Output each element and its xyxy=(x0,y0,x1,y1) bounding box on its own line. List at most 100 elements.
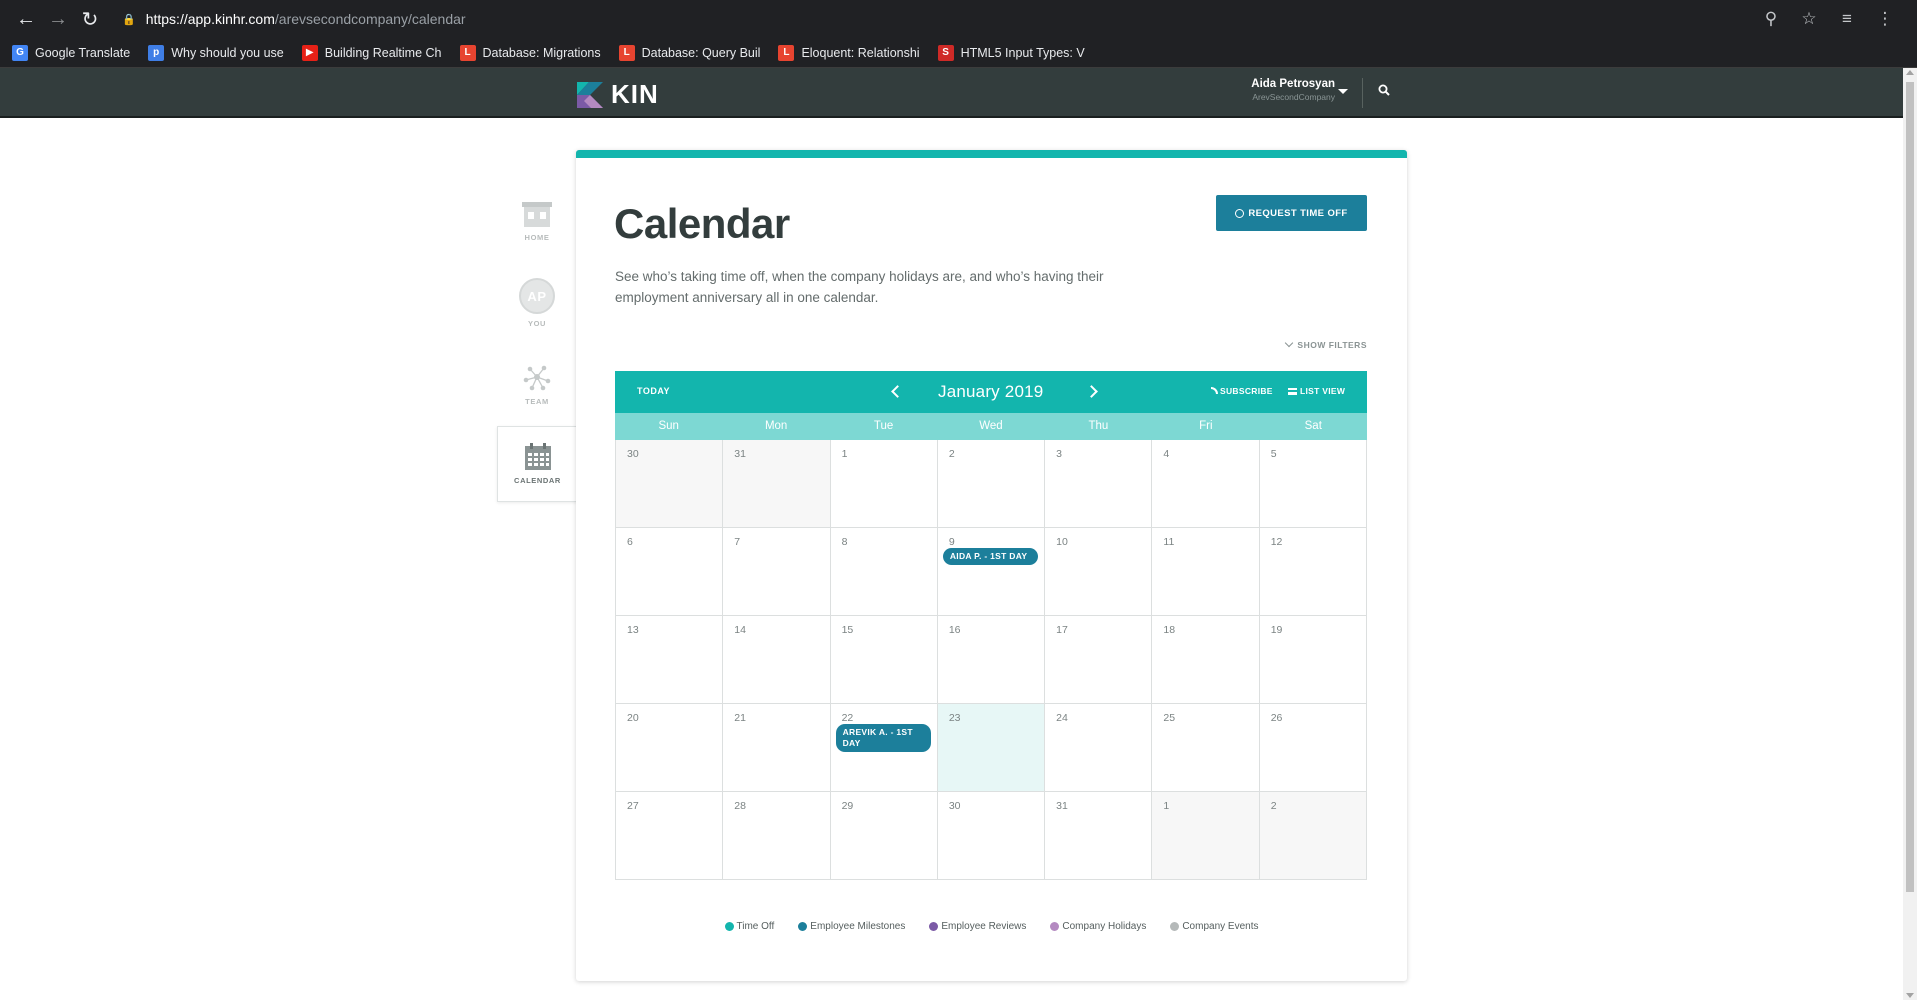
calendar: TODAY January 2019 SUBSCRIBE LIST VIEW S… xyxy=(615,371,1367,880)
legend-label: Company Holidays xyxy=(1062,921,1147,932)
rss-icon xyxy=(1211,387,1218,394)
day-cell[interactable]: 29 xyxy=(830,792,938,880)
legend-item: Employee Reviews xyxy=(929,921,1026,932)
day-cell[interactable]: 17 xyxy=(1045,616,1153,704)
chevron-down-icon[interactable] xyxy=(1338,89,1348,94)
day-cell[interactable]: 3 xyxy=(1045,440,1153,528)
day-number: 4 xyxy=(1163,448,1170,460)
bookmark-item[interactable]: ▶ Building Realtime Ch xyxy=(301,44,442,61)
chevron-right-icon xyxy=(1085,385,1098,398)
day-number: 19 xyxy=(1270,624,1283,636)
side-nav-home[interactable]: HOME xyxy=(497,180,577,262)
side-nav-you[interactable]: AP YOU xyxy=(497,262,577,344)
day-cell[interactable]: 30 xyxy=(937,792,1046,880)
day-cell[interactable]: 27 xyxy=(616,792,724,880)
subscribe-button[interactable]: SUBSCRIBE xyxy=(1211,386,1273,396)
url-path: /arevsecondcompany/calendar xyxy=(274,11,466,27)
address-bar[interactable]: 🔒 https://app.kinhr.com/arevsecondcompan… xyxy=(122,5,1755,33)
bookmark-item[interactable]: S HTML5 Input Types: V xyxy=(937,44,1085,61)
day-cell[interactable]: 22 AREVIK A. - 1ST DAY xyxy=(830,704,938,792)
bookmark-item[interactable]: L Database: Migrations xyxy=(459,44,601,61)
day-cell[interactable]: 10 xyxy=(1045,528,1153,616)
day-number: 21 xyxy=(734,712,746,724)
day-cell[interactable]: 11 xyxy=(1152,528,1260,616)
scroll-down-icon[interactable] xyxy=(1906,993,1914,998)
page-scrollbar[interactable] xyxy=(1903,68,1917,1000)
show-filters-toggle[interactable]: SHOW FILTERS xyxy=(1276,338,1367,350)
day-cell[interactable]: 20 xyxy=(616,704,724,792)
extension-icon[interactable]: ≡ xyxy=(1831,3,1863,35)
day-cell[interactable]: 31 xyxy=(1045,792,1153,880)
day-number: 29 xyxy=(841,800,854,812)
page-title: Calendar xyxy=(614,200,790,247)
zoom-icon[interactable]: ⚲ xyxy=(1755,3,1787,35)
day-cell[interactable]: 8 xyxy=(830,528,938,616)
day-cell[interactable]: 1 xyxy=(1152,792,1260,880)
google-translate-icon: G xyxy=(12,44,28,61)
scroll-thumb[interactable] xyxy=(1906,82,1914,892)
day-cell[interactable]: 2 xyxy=(937,440,1046,528)
day-cell[interactable]: 18 xyxy=(1152,616,1260,704)
day-cell[interactable]: 19 xyxy=(1259,616,1367,704)
legend-dot xyxy=(1170,922,1180,931)
legend-item: Time Off xyxy=(724,921,774,932)
kin-logo[interactable]: KIN xyxy=(577,79,659,110)
day-number: 1 xyxy=(1163,800,1170,812)
day-number: 1 xyxy=(841,448,848,460)
day-number: 30 xyxy=(948,800,961,812)
side-nav-team[interactable]: TEAM xyxy=(497,344,577,426)
browser-toolbar: ← → ↻ 🔒 https://app.kinhr.com/arevsecond… xyxy=(0,0,1917,38)
bookmark-label: Eloquent: Relationshi xyxy=(801,45,920,60)
side-nav-calendar-label: CALENDAR xyxy=(514,476,561,485)
day-cell[interactable]: 25 xyxy=(1152,704,1260,792)
day-number: 6 xyxy=(627,536,633,548)
back-icon[interactable]: ← xyxy=(10,3,42,35)
next-month-button[interactable] xyxy=(1085,383,1102,399)
scroll-up-icon[interactable] xyxy=(1906,70,1914,75)
request-time-off-button[interactable]: REQUEST TIME OFF xyxy=(1216,195,1367,231)
user-menu[interactable]: Aida Petrosyan ArevSecondCompany xyxy=(1210,78,1335,102)
day-cell[interactable]: 7 xyxy=(723,528,831,616)
day-cell[interactable]: 24 xyxy=(1045,704,1153,792)
prev-month-button[interactable] xyxy=(888,383,904,399)
day-cell[interactable]: 1 xyxy=(830,440,938,528)
page-description: See who’s taking time off, when the comp… xyxy=(615,269,1104,305)
today-button[interactable]: TODAY xyxy=(637,386,670,396)
day-cell[interactable]: 14 xyxy=(723,616,831,704)
day-cell[interactable]: 5 xyxy=(1259,440,1367,528)
day-cell[interactable]: 30 xyxy=(616,440,724,528)
day-cell[interactable]: 16 xyxy=(937,616,1046,704)
bookmark-item[interactable]: p Why should you use xyxy=(148,44,284,61)
day-cell[interactable]: 2 xyxy=(1259,792,1367,880)
search-icon[interactable] xyxy=(1378,83,1390,99)
day-number: 7 xyxy=(734,536,741,548)
side-nav-calendar[interactable]: CALENDAR xyxy=(497,426,577,502)
legend-item: Company Holidays xyxy=(1050,921,1146,932)
calendar-event[interactable]: AREVIK A. - 1ST DAY xyxy=(835,724,931,752)
day-cell[interactable]: 26 xyxy=(1259,704,1367,792)
bookmark-item[interactable]: G Google Translate xyxy=(12,44,130,61)
day-cell[interactable]: 6 xyxy=(616,528,724,616)
day-cell[interactable]: 21 xyxy=(723,704,831,792)
day-cell[interactable]: 4 xyxy=(1152,440,1260,528)
list-icon xyxy=(1288,388,1297,395)
month-label: January 2019 xyxy=(938,382,1044,401)
star-icon[interactable]: ☆ xyxy=(1793,3,1825,35)
forward-icon[interactable]: → xyxy=(42,3,74,35)
bookmark-item[interactable]: L Database: Query Buil xyxy=(618,44,760,61)
day-cell[interactable]: 28 xyxy=(723,792,831,880)
avatar-icon: AP xyxy=(519,278,555,314)
day-number: 8 xyxy=(841,536,848,548)
day-cell[interactable]: 15 xyxy=(830,616,938,704)
calendar-card: Calendar See who’s taking time off, when… xyxy=(576,150,1407,981)
bookmark-item[interactable]: L Eloquent: Relationshi xyxy=(778,44,920,61)
menu-kebab-icon[interactable]: ⋮ xyxy=(1869,3,1901,35)
calendar-event[interactable]: AIDA P. - 1ST DAY xyxy=(942,548,1039,565)
reload-icon[interactable]: ↻ xyxy=(74,3,106,35)
day-cell-today[interactable]: 23 xyxy=(937,704,1046,792)
day-cell[interactable]: 12 xyxy=(1259,528,1367,616)
day-cell[interactable]: 13 xyxy=(616,616,724,704)
day-cell[interactable]: 31 xyxy=(723,440,831,528)
list-view-button[interactable]: LIST VIEW xyxy=(1288,386,1345,396)
day-cell[interactable]: 9 AIDA P. - 1ST DAY xyxy=(937,528,1046,616)
